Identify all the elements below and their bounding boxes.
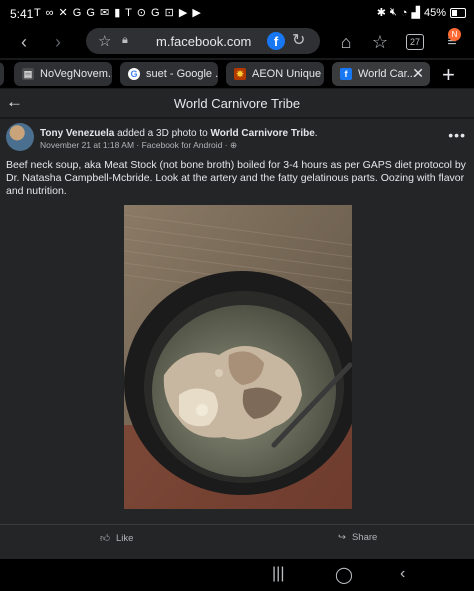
signal-icon: ▟ [411, 7, 420, 19]
url-text: m.facebook.com [156, 34, 252, 49]
google-icon: G [128, 68, 140, 80]
tab-strip: ▤ NoVegNovem... G suet - Google ... ✸ AE… [0, 60, 474, 88]
status-right: ✱ 🔇︎ ◔ ▟ 45% [377, 6, 466, 19]
home-circle-icon[interactable]: ◯ [335, 565, 353, 585]
post-text: Beef neck soup, aka Meat Stock (not bone… [6, 159, 466, 197]
author-avatar[interactable] [6, 123, 34, 151]
bluetooth-icon: ✱ [376, 7, 386, 19]
bookmarks-star-icon[interactable]: ☆ [368, 30, 392, 54]
recents-icon[interactable]: ||| [272, 565, 284, 583]
post-meta-text: November 21 at 1:18 AM · Facebook for An… [40, 140, 230, 150]
lock-icon: 🔒︎ [122, 34, 128, 46]
battery-icon [450, 7, 466, 18]
new-tab-plus-icon[interactable]: + [442, 62, 455, 88]
group-link[interactable]: World Carnivore Tribe [210, 128, 314, 139]
like-button[interactable]: 👍︎ Like [100, 532, 134, 545]
tab-aeon[interactable]: ✸ AEON Unique ... [226, 62, 324, 86]
share-button[interactable]: ↪ Share [338, 532, 377, 543]
post-header: Tony Venezuela added a 3D photo to World… [40, 128, 440, 139]
tab-noveg[interactable]: ▤ NoVegNovem... [14, 62, 112, 86]
globe-icon: ⊕ [229, 140, 238, 150]
post-action: added a 3D photo to [114, 128, 211, 139]
tab-label: AEON Unique ... [252, 68, 324, 80]
status-bar: 5:41 T ∞ ✕ G G ✉ ▮ T ⊙ G ⊡ ▶ ▶ ✱ 🔇︎ ◔ ▟ … [0, 0, 474, 26]
bookmark-star-icon[interactable]: ☆ [98, 32, 111, 50]
browser-toolbar: ‹ › ☆ 🔒︎ m.facebook.com f ↻ ⌂ ☆ 27 ≡ N [0, 26, 474, 58]
soup-photo-image [124, 205, 352, 509]
post-header-period: . [314, 128, 318, 139]
tab-count-button[interactable]: 27 [406, 34, 424, 50]
back-arrow-icon[interactable]: ‹ [12, 30, 36, 54]
author-name[interactable]: Tony Venezuela [40, 128, 114, 139]
profile-avatar[interactable]: N [448, 28, 461, 41]
android-nav-bar: ||| ◯ ‹ [0, 559, 474, 591]
tab-partial[interactable] [0, 62, 4, 86]
forward-arrow-icon[interactable]: › [46, 30, 70, 54]
post-meta: November 21 at 1:18 AM · Facebook for An… [40, 140, 237, 151]
thumbs-up-icon: 👍︎ [100, 533, 110, 544]
facebook-icon: f [340, 68, 352, 80]
tab-label: NoVegNovem... [40, 68, 112, 80]
tab-google[interactable]: G suet - Google ... [120, 62, 218, 86]
tab-label: World Car... [358, 68, 416, 80]
group-header: ← World Carnivore Tribe [0, 88, 474, 117]
post-actions: 👍︎ Like ↪ Share [0, 524, 474, 553]
page-title: World Carnivore Tribe [173, 96, 301, 111]
back-chevron-icon[interactable]: ‹ [400, 565, 405, 583]
reload-icon[interactable]: ↻ [292, 30, 305, 50]
like-label: Like [115, 532, 134, 544]
share-arrow-icon: ↪ [338, 532, 346, 543]
wifi-icon: ◔ [400, 6, 408, 19]
post-photo[interactable] [124, 205, 352, 509]
facebook-site-icon: f [267, 32, 285, 50]
page-icon: ▤ [22, 68, 34, 80]
battery-percent: 45% [423, 6, 446, 19]
status-time: 5:41 [10, 7, 34, 21]
aeon-icon: ✸ [234, 68, 246, 80]
home-icon[interactable]: ⌂ [334, 30, 358, 54]
url-bar[interactable]: ☆ 🔒︎ m.facebook.com f ↻ [86, 28, 320, 54]
tab-world-carnivore[interactable]: f World Car... ✕ [332, 62, 430, 86]
tab-label: suet - Google ... [146, 68, 218, 80]
more-options-icon[interactable]: ••• [448, 127, 466, 143]
post-card: Tony Venezuela added a 3D photo to World… [0, 119, 474, 559]
close-tab-icon[interactable]: ✕ [412, 65, 424, 82]
notification-icons: T ∞ ✕ G G ✉ ▮ T ⊙ G ⊡ ▶ ▶ [34, 7, 202, 19]
share-label: Share [351, 532, 378, 543]
mute-icon: 🔇︎ [389, 6, 397, 18]
